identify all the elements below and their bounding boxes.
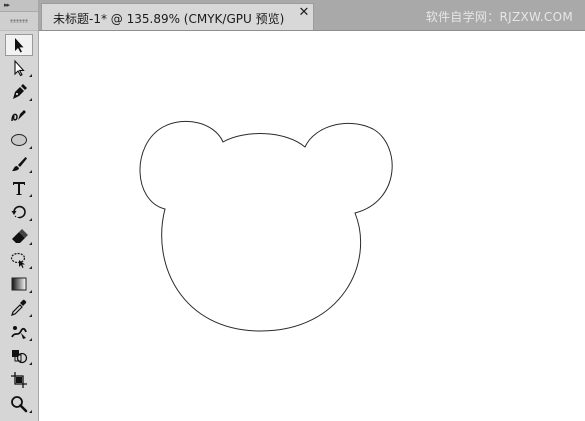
bear-head-outline	[139, 120, 393, 332]
lasso-tool[interactable]	[5, 249, 33, 271]
more-tools-indicator-icon	[29, 314, 32, 317]
pen-tool[interactable]	[5, 81, 33, 103]
paintbrush-tool[interactable]	[5, 153, 33, 175]
more-tools-indicator-icon	[29, 98, 32, 101]
eyedropper-icon	[11, 299, 27, 316]
zoom-tool[interactable]	[5, 393, 33, 415]
puppet-icon	[11, 326, 27, 339]
more-tools-indicator-icon	[29, 338, 32, 341]
ellipse-tool[interactable]	[5, 129, 33, 151]
artboard-tool[interactable]	[5, 369, 33, 391]
artboard-icon	[11, 372, 27, 388]
curvature-tool[interactable]	[5, 105, 33, 127]
arrow-icon	[15, 38, 24, 53]
more-tools-indicator-icon	[29, 290, 32, 293]
panel-header[interactable]	[0, 12, 38, 31]
more-tools-indicator-icon	[29, 362, 32, 365]
more-tools-indicator-icon	[29, 242, 32, 245]
document-tab-title: 未标题-1* @ 135.89% (CMYK/GPU 预览)	[53, 12, 285, 26]
more-tools-indicator-icon	[29, 170, 32, 173]
eyedropper-tool[interactable]	[5, 297, 33, 319]
rotate-icon	[11, 205, 26, 219]
hollow-arrow-icon	[14, 59, 25, 77]
eraser-icon	[12, 229, 28, 243]
more-tools-indicator-icon	[29, 410, 32, 413]
shape-builder-tool[interactable]	[5, 345, 33, 367]
more-tools-indicator-icon	[29, 218, 32, 221]
gradient-tool[interactable]	[5, 273, 33, 295]
more-tools-indicator-icon	[29, 194, 32, 197]
selection-tool[interactable]	[5, 34, 33, 56]
brush-icon	[12, 157, 27, 171]
type-icon	[13, 182, 25, 195]
type-tool[interactable]	[5, 177, 33, 199]
gradient-icon	[11, 277, 27, 291]
watermark-text: 软件自学网：RJZXW.COM	[425, 10, 573, 24]
artboard-canvas[interactable]	[39, 31, 585, 421]
panel-collapse-grip[interactable]: ▸▸	[0, 0, 38, 12]
pen-icon	[13, 84, 27, 99]
puppet-warp-tool[interactable]	[5, 321, 33, 343]
document-tab[interactable]: 未标题-1* @ 135.89% (CMYK/GPU 预览)	[41, 3, 314, 30]
document-tab-bar: 未标题-1* @ 135.89% (CMYK/GPU 预览) ✕ 软件自学网：R…	[39, 0, 585, 31]
more-tools-indicator-icon	[29, 146, 32, 149]
rotate-tool[interactable]	[5, 201, 33, 223]
grip-dots-icon	[10, 19, 28, 23]
more-tools-indicator-icon	[29, 266, 32, 269]
shape-builder-icon	[12, 350, 28, 364]
curvature-pen-icon	[11, 110, 26, 122]
eraser-tool[interactable]	[5, 225, 33, 247]
close-tab-icon[interactable]: ✕	[297, 6, 311, 20]
ellipse-icon	[11, 134, 27, 146]
zoom-icon	[11, 396, 28, 413]
bear-head-artwork[interactable]	[39, 31, 585, 421]
lasso-icon	[10, 252, 26, 268]
direct-selection-tool[interactable]	[5, 57, 33, 79]
more-tools-indicator-icon	[29, 74, 32, 77]
tools-panel: ▸▸	[0, 0, 39, 421]
